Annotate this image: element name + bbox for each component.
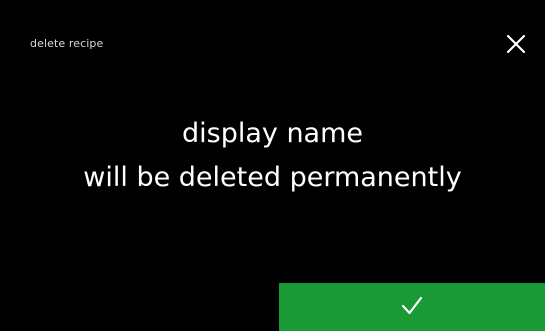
message-line-item-name: display name (181, 118, 364, 149)
delete-recipe-screen: delete recipe display name will be delet… (0, 0, 545, 331)
checkmark-icon (401, 296, 423, 315)
close-icon (506, 34, 526, 54)
confirmation-message: display name will be deleted permanently (0, 112, 545, 200)
screen-title: delete recipe (30, 37, 104, 50)
close-button[interactable] (496, 24, 536, 64)
confirm-delete-button[interactable] (279, 283, 545, 331)
message-line-warning: will be deleted permanently (83, 162, 462, 193)
